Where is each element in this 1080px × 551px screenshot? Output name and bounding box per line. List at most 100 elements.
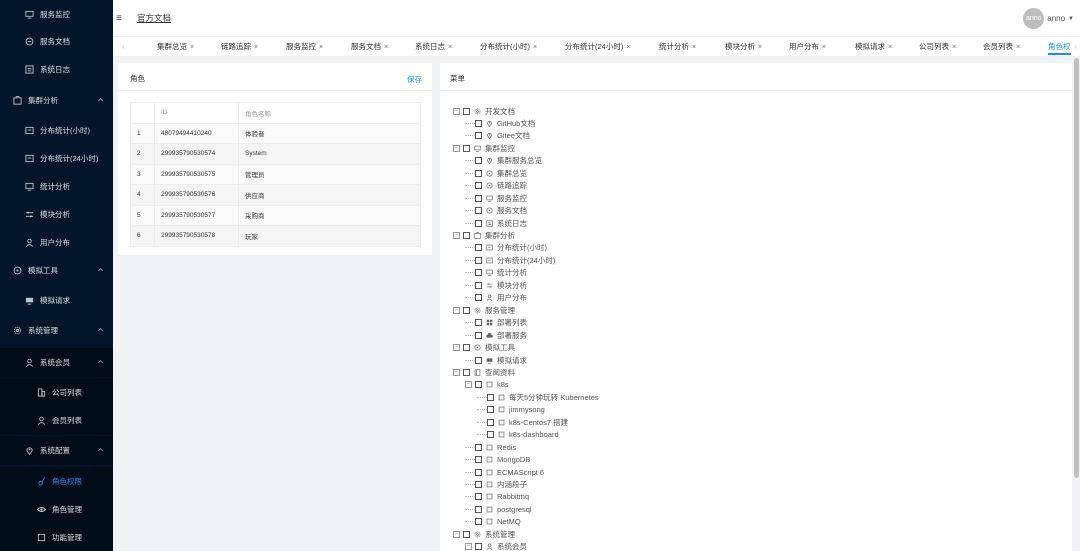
sidebar-item-15[interactable]: 会员列表: [0, 406, 113, 435]
collapse-toggle-icon[interactable]: −: [453, 232, 460, 239]
checkbox[interactable]: [475, 207, 482, 215]
checkbox[interactable]: [487, 406, 494, 414]
table-row[interactable]: 5 299935790530577 采购商: [130, 204, 421, 226]
checkbox[interactable]: [475, 356, 482, 364]
tab-4[interactable]: 服务文档 ×: [351, 41, 388, 55]
collapse-toggle-icon[interactable]: −: [453, 107, 460, 115]
close-icon[interactable]: ×: [384, 44, 388, 51]
caret-down-icon[interactable]: ▼: [1068, 16, 1074, 22]
tree-node[interactable]: 服务监控: [465, 192, 527, 204]
tree-node[interactable]: 内涵段子: [465, 479, 527, 491]
checkbox[interactable]: [463, 144, 470, 152]
save-button[interactable]: 保存: [407, 74, 422, 85]
sidebar-item-1[interactable]: 服务监控: [0, 0, 113, 29]
chevron-up-icon[interactable]: [97, 446, 105, 454]
sidebar-item-4[interactable]: 集群分析: [0, 86, 113, 115]
checkbox[interactable]: [475, 182, 482, 190]
sidebar-item-14[interactable]: 公司列表: [0, 378, 113, 407]
tree-node[interactable]: 统计分析: [465, 267, 527, 279]
menu-toggle-icon[interactable]: ≡: [116, 13, 122, 24]
tree-node[interactable]: 部署服务: [465, 329, 527, 341]
chevron-up-icon[interactable]: [97, 326, 105, 334]
sidebar-item-17[interactable]: 角色权限: [0, 467, 113, 496]
close-icon[interactable]: ×: [1016, 44, 1020, 51]
checkbox[interactable]: [463, 368, 470, 376]
tree-node[interactable]: − 服务管理: [453, 304, 515, 316]
tree-node[interactable]: − 系统管理: [453, 528, 515, 540]
tab-3[interactable]: 服务监控 ×: [286, 41, 323, 55]
checkbox[interactable]: [475, 194, 482, 202]
checkbox[interactable]: [463, 107, 470, 115]
tab-6[interactable]: 分布统计(小时) ×: [480, 41, 537, 55]
table-row[interactable]: 2 299935790530574 System: [130, 143, 421, 165]
checkbox[interactable]: [463, 344, 470, 352]
close-icon[interactable]: ×: [692, 44, 696, 51]
sidebar-item-18[interactable]: 角色管理: [0, 495, 113, 524]
checkbox[interactable]: [475, 157, 482, 165]
sidebar-item-6[interactable]: 分布统计(24小时): [0, 144, 113, 173]
checkbox[interactable]: [475, 518, 482, 526]
tree-node[interactable]: jimmysong: [477, 404, 545, 416]
tree-node[interactable]: Gitee文档: [465, 130, 530, 142]
sidebar-item-5[interactable]: 分布统计(小时): [0, 116, 113, 145]
checkbox[interactable]: [475, 543, 482, 551]
sidebar-item-19[interactable]: 功能管理: [0, 523, 113, 551]
tree-node[interactable]: 模拟请求: [465, 354, 527, 366]
sidebar-item-11[interactable]: 模拟请求: [0, 286, 113, 315]
collapse-toggle-icon[interactable]: −: [453, 144, 460, 152]
tree-node[interactable]: 集群服务总览: [465, 155, 542, 167]
tree-node[interactable]: GitHub文档: [465, 117, 535, 129]
collapse-toggle-icon[interactable]: −: [465, 381, 472, 389]
tree-node[interactable]: postgresql: [465, 503, 532, 515]
close-icon[interactable]: ×: [822, 44, 826, 51]
checkbox[interactable]: [475, 381, 482, 389]
checkbox[interactable]: [475, 456, 482, 464]
tab-prev-icon[interactable]: ‹: [122, 42, 125, 51]
tree-node[interactable]: 用户分布: [465, 292, 527, 304]
tab-12[interactable]: 公司列表 ×: [919, 41, 956, 55]
close-icon[interactable]: ×: [254, 44, 258, 51]
checkbox[interactable]: [475, 294, 482, 302]
sidebar-item-2[interactable]: 服务文档: [0, 27, 113, 56]
sidebar-item-10[interactable]: 模拟工具: [0, 256, 113, 285]
tab-13[interactable]: 会员列表 ×: [983, 41, 1020, 55]
tree-node[interactable]: − 集群分析: [453, 230, 515, 242]
checkbox[interactable]: [475, 281, 482, 289]
sidebar-item-8[interactable]: 模块分析: [0, 200, 113, 229]
sidebar-item-12[interactable]: 系统管理: [0, 316, 113, 345]
checkbox[interactable]: [487, 418, 494, 426]
user-menu[interactable]: anno anno ▼: [1023, 8, 1074, 29]
checkbox[interactable]: [475, 493, 482, 501]
checkbox[interactable]: [475, 256, 482, 264]
tab-8[interactable]: 统计分析 ×: [659, 41, 696, 55]
close-icon[interactable]: ×: [448, 44, 452, 51]
tree-node[interactable]: 服务文档: [465, 205, 527, 217]
tree-node[interactable]: − 系统会员: [465, 541, 527, 551]
checkbox[interactable]: [463, 530, 470, 538]
checkbox[interactable]: [475, 468, 482, 476]
tree-node[interactable]: − 集群监控: [453, 142, 515, 154]
table-row[interactable]: 3 299935790530575 管理员: [130, 163, 421, 185]
tab-11[interactable]: 模拟请求 ×: [855, 41, 892, 55]
close-icon[interactable]: ×: [758, 44, 762, 51]
tab-5[interactable]: 系统日志 ×: [415, 41, 452, 55]
close-icon[interactable]: ×: [952, 44, 956, 51]
tree-node[interactable]: 链路追踪: [465, 180, 527, 192]
sidebar-item-3[interactable]: 系统日志: [0, 55, 113, 84]
checkbox[interactable]: [475, 169, 482, 177]
tree-node[interactable]: ECMAScript 6: [465, 466, 544, 478]
scrollbar[interactable]: [1074, 58, 1079, 478]
checkbox[interactable]: [475, 481, 482, 488]
checkbox[interactable]: [487, 393, 494, 401]
table-row[interactable]: 4 299935790530576 供应商: [130, 184, 421, 206]
tree-node[interactable]: 分布统计(小时): [465, 242, 547, 254]
tree-node[interactable]: NetMQ: [465, 516, 521, 528]
checkbox[interactable]: [475, 244, 482, 252]
breadcrumb[interactable]: 官方文档: [137, 12, 171, 24]
checkbox[interactable]: [475, 319, 482, 327]
tree-node[interactable]: MongoDB: [465, 454, 530, 466]
tree-node[interactable]: 系统日志: [465, 217, 527, 229]
tab-14[interactable]: 角色权: [1048, 41, 1071, 55]
sidebar-item-16[interactable]: 系统配置: [0, 436, 113, 465]
checkbox[interactable]: [487, 431, 494, 439]
